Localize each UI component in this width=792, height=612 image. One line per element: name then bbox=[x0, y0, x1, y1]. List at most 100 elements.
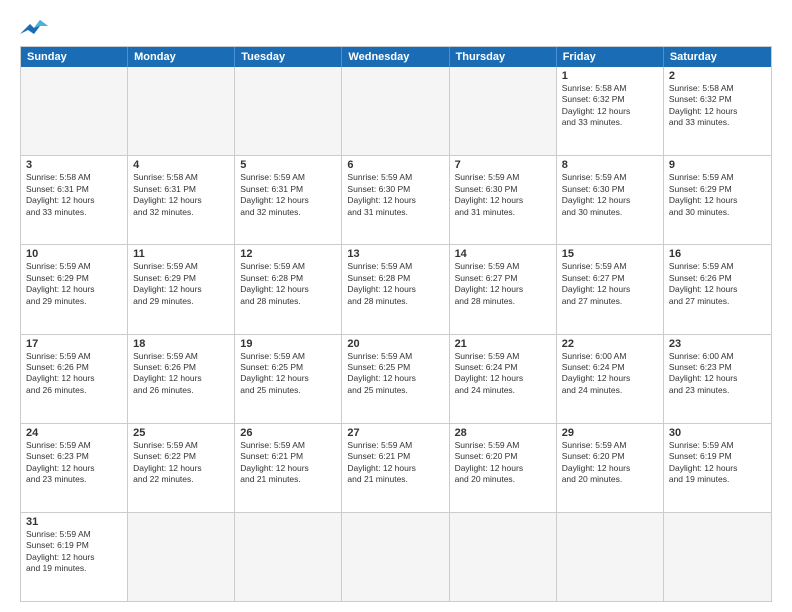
day-number: 22 bbox=[562, 338, 658, 350]
calendar-week-4: 17Sunrise: 5:59 AM Sunset: 6:26 PM Dayli… bbox=[21, 334, 771, 423]
day-info: Sunrise: 5:59 AM Sunset: 6:25 PM Dayligh… bbox=[240, 351, 336, 397]
day-info: Sunrise: 5:58 AM Sunset: 6:31 PM Dayligh… bbox=[26, 172, 122, 218]
day-info: Sunrise: 5:59 AM Sunset: 6:25 PM Dayligh… bbox=[347, 351, 443, 397]
day-info: Sunrise: 5:58 AM Sunset: 6:31 PM Dayligh… bbox=[133, 172, 229, 218]
header-day-friday: Friday bbox=[557, 47, 664, 67]
calendar-cell: 4Sunrise: 5:58 AM Sunset: 6:31 PM Daylig… bbox=[128, 156, 235, 244]
calendar-cell: 17Sunrise: 5:59 AM Sunset: 6:26 PM Dayli… bbox=[21, 335, 128, 423]
day-info: Sunrise: 6:00 AM Sunset: 6:24 PM Dayligh… bbox=[562, 351, 658, 397]
day-info: Sunrise: 5:59 AM Sunset: 6:23 PM Dayligh… bbox=[26, 440, 122, 486]
day-number: 31 bbox=[26, 516, 122, 528]
day-info: Sunrise: 5:59 AM Sunset: 6:29 PM Dayligh… bbox=[669, 172, 766, 218]
calendar-cell: 12Sunrise: 5:59 AM Sunset: 6:28 PM Dayli… bbox=[235, 245, 342, 333]
calendar-cell bbox=[128, 513, 235, 601]
day-info: Sunrise: 5:59 AM Sunset: 6:27 PM Dayligh… bbox=[562, 261, 658, 307]
day-number: 19 bbox=[240, 338, 336, 350]
logo bbox=[20, 16, 52, 38]
day-info: Sunrise: 5:59 AM Sunset: 6:30 PM Dayligh… bbox=[562, 172, 658, 218]
calendar-cell: 16Sunrise: 5:59 AM Sunset: 6:26 PM Dayli… bbox=[664, 245, 771, 333]
calendar: SundayMondayTuesdayWednesdayThursdayFrid… bbox=[20, 46, 772, 602]
day-info: Sunrise: 5:59 AM Sunset: 6:19 PM Dayligh… bbox=[669, 440, 766, 486]
calendar-cell: 3Sunrise: 5:58 AM Sunset: 6:31 PM Daylig… bbox=[21, 156, 128, 244]
header-day-monday: Monday bbox=[128, 47, 235, 67]
calendar-cell: 23Sunrise: 6:00 AM Sunset: 6:23 PM Dayli… bbox=[664, 335, 771, 423]
day-number: 16 bbox=[669, 248, 766, 260]
day-info: Sunrise: 5:59 AM Sunset: 6:28 PM Dayligh… bbox=[240, 261, 336, 307]
calendar-cell bbox=[342, 513, 449, 601]
calendar-cell: 26Sunrise: 5:59 AM Sunset: 6:21 PM Dayli… bbox=[235, 424, 342, 512]
calendar-cell: 24Sunrise: 5:59 AM Sunset: 6:23 PM Dayli… bbox=[21, 424, 128, 512]
calendar-cell: 8Sunrise: 5:59 AM Sunset: 6:30 PM Daylig… bbox=[557, 156, 664, 244]
calendar-week-1: 1Sunrise: 5:58 AM Sunset: 6:32 PM Daylig… bbox=[21, 67, 771, 155]
day-number: 26 bbox=[240, 427, 336, 439]
day-info: Sunrise: 6:00 AM Sunset: 6:23 PM Dayligh… bbox=[669, 351, 766, 397]
day-number: 23 bbox=[669, 338, 766, 350]
header-day-thursday: Thursday bbox=[450, 47, 557, 67]
calendar-cell: 30Sunrise: 5:59 AM Sunset: 6:19 PM Dayli… bbox=[664, 424, 771, 512]
day-info: Sunrise: 5:59 AM Sunset: 6:24 PM Dayligh… bbox=[455, 351, 551, 397]
day-number: 12 bbox=[240, 248, 336, 260]
calendar-cell: 18Sunrise: 5:59 AM Sunset: 6:26 PM Dayli… bbox=[128, 335, 235, 423]
calendar-body: 1Sunrise: 5:58 AM Sunset: 6:32 PM Daylig… bbox=[21, 67, 771, 601]
calendar-cell: 13Sunrise: 5:59 AM Sunset: 6:28 PM Dayli… bbox=[342, 245, 449, 333]
calendar-week-2: 3Sunrise: 5:58 AM Sunset: 6:31 PM Daylig… bbox=[21, 155, 771, 244]
calendar-week-5: 24Sunrise: 5:59 AM Sunset: 6:23 PM Dayli… bbox=[21, 423, 771, 512]
calendar-cell: 28Sunrise: 5:59 AM Sunset: 6:20 PM Dayli… bbox=[450, 424, 557, 512]
day-number: 21 bbox=[455, 338, 551, 350]
calendar-cell bbox=[664, 513, 771, 601]
day-number: 10 bbox=[26, 248, 122, 260]
logo-icon bbox=[20, 16, 48, 38]
day-info: Sunrise: 5:59 AM Sunset: 6:19 PM Dayligh… bbox=[26, 529, 122, 575]
calendar-cell: 2Sunrise: 5:58 AM Sunset: 6:32 PM Daylig… bbox=[664, 67, 771, 155]
calendar-cell: 29Sunrise: 5:59 AM Sunset: 6:20 PM Dayli… bbox=[557, 424, 664, 512]
day-info: Sunrise: 5:59 AM Sunset: 6:26 PM Dayligh… bbox=[669, 261, 766, 307]
day-info: Sunrise: 5:59 AM Sunset: 6:28 PM Dayligh… bbox=[347, 261, 443, 307]
calendar-cell bbox=[450, 67, 557, 155]
calendar-cell: 22Sunrise: 6:00 AM Sunset: 6:24 PM Dayli… bbox=[557, 335, 664, 423]
day-info: Sunrise: 5:59 AM Sunset: 6:26 PM Dayligh… bbox=[26, 351, 122, 397]
calendar-cell: 14Sunrise: 5:59 AM Sunset: 6:27 PM Dayli… bbox=[450, 245, 557, 333]
day-info: Sunrise: 5:59 AM Sunset: 6:31 PM Dayligh… bbox=[240, 172, 336, 218]
calendar-cell: 25Sunrise: 5:59 AM Sunset: 6:22 PM Dayli… bbox=[128, 424, 235, 512]
day-number: 6 bbox=[347, 159, 443, 171]
calendar-cell: 11Sunrise: 5:59 AM Sunset: 6:29 PM Dayli… bbox=[128, 245, 235, 333]
calendar-cell: 10Sunrise: 5:59 AM Sunset: 6:29 PM Dayli… bbox=[21, 245, 128, 333]
day-number: 1 bbox=[562, 70, 658, 82]
calendar-cell: 6Sunrise: 5:59 AM Sunset: 6:30 PM Daylig… bbox=[342, 156, 449, 244]
day-number: 29 bbox=[562, 427, 658, 439]
calendar-cell: 1Sunrise: 5:58 AM Sunset: 6:32 PM Daylig… bbox=[557, 67, 664, 155]
day-info: Sunrise: 5:59 AM Sunset: 6:29 PM Dayligh… bbox=[133, 261, 229, 307]
calendar-cell: 5Sunrise: 5:59 AM Sunset: 6:31 PM Daylig… bbox=[235, 156, 342, 244]
day-number: 3 bbox=[26, 159, 122, 171]
day-number: 28 bbox=[455, 427, 551, 439]
day-number: 13 bbox=[347, 248, 443, 260]
day-number: 7 bbox=[455, 159, 551, 171]
day-number: 9 bbox=[669, 159, 766, 171]
page: SundayMondayTuesdayWednesdayThursdayFrid… bbox=[0, 0, 792, 612]
day-info: Sunrise: 5:59 AM Sunset: 6:21 PM Dayligh… bbox=[347, 440, 443, 486]
calendar-week-6: 31Sunrise: 5:59 AM Sunset: 6:19 PM Dayli… bbox=[21, 512, 771, 601]
day-info: Sunrise: 5:59 AM Sunset: 6:21 PM Dayligh… bbox=[240, 440, 336, 486]
day-info: Sunrise: 5:59 AM Sunset: 6:29 PM Dayligh… bbox=[26, 261, 122, 307]
calendar-cell: 7Sunrise: 5:59 AM Sunset: 6:30 PM Daylig… bbox=[450, 156, 557, 244]
day-info: Sunrise: 5:59 AM Sunset: 6:26 PM Dayligh… bbox=[133, 351, 229, 397]
calendar-cell: 15Sunrise: 5:59 AM Sunset: 6:27 PM Dayli… bbox=[557, 245, 664, 333]
day-info: Sunrise: 5:58 AM Sunset: 6:32 PM Dayligh… bbox=[669, 83, 766, 129]
calendar-cell: 27Sunrise: 5:59 AM Sunset: 6:21 PM Dayli… bbox=[342, 424, 449, 512]
day-number: 18 bbox=[133, 338, 229, 350]
header-day-tuesday: Tuesday bbox=[235, 47, 342, 67]
day-number: 4 bbox=[133, 159, 229, 171]
day-info: Sunrise: 5:59 AM Sunset: 6:30 PM Dayligh… bbox=[347, 172, 443, 218]
day-number: 2 bbox=[669, 70, 766, 82]
header-day-sunday: Sunday bbox=[21, 47, 128, 67]
calendar-cell bbox=[342, 67, 449, 155]
day-number: 8 bbox=[562, 159, 658, 171]
day-info: Sunrise: 5:59 AM Sunset: 6:20 PM Dayligh… bbox=[455, 440, 551, 486]
calendar-cell bbox=[450, 513, 557, 601]
header-day-wednesday: Wednesday bbox=[342, 47, 449, 67]
calendar-week-3: 10Sunrise: 5:59 AM Sunset: 6:29 PM Dayli… bbox=[21, 244, 771, 333]
day-info: Sunrise: 5:58 AM Sunset: 6:32 PM Dayligh… bbox=[562, 83, 658, 129]
day-number: 17 bbox=[26, 338, 122, 350]
calendar-cell: 31Sunrise: 5:59 AM Sunset: 6:19 PM Dayli… bbox=[21, 513, 128, 601]
calendar-cell: 20Sunrise: 5:59 AM Sunset: 6:25 PM Dayli… bbox=[342, 335, 449, 423]
